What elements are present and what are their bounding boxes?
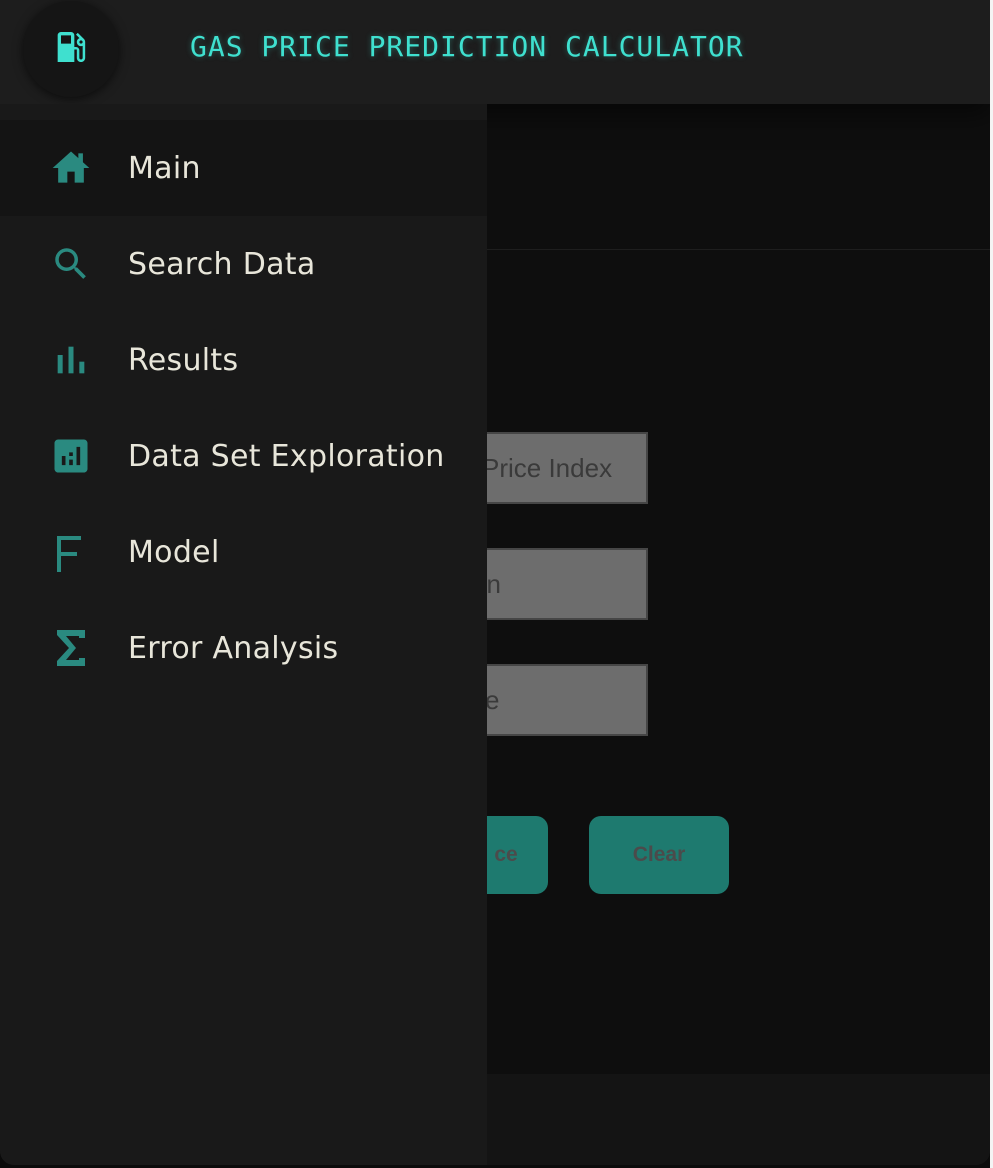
nav-label-results: Results xyxy=(128,342,239,378)
nav-item-model[interactable]: Model xyxy=(0,504,487,600)
home-icon xyxy=(48,145,94,191)
nav-item-error-analysis[interactable]: Error Analysis xyxy=(0,600,487,696)
nav-item-data-set-exploration[interactable]: Data Set Exploration xyxy=(0,408,487,504)
search-icon xyxy=(48,241,94,287)
app-title: GAS PRICE PREDICTION CALCULATOR xyxy=(190,30,744,63)
app-frame: Price Index on ce ce Clear GAS PRICE PRE… xyxy=(0,0,990,1165)
bar-chart-icon xyxy=(48,337,94,383)
gas-pump-icon xyxy=(51,27,91,71)
nav-label-model: Model xyxy=(128,534,220,570)
nav-item-main[interactable]: Main xyxy=(0,120,487,216)
navigation-drawer: Main Search Data Results Data Set Explor… xyxy=(0,104,487,1165)
clear-button[interactable]: Clear xyxy=(589,816,729,894)
analytics-icon xyxy=(48,433,94,479)
nav-item-search-data[interactable]: Search Data xyxy=(0,216,487,312)
function-icon xyxy=(46,529,92,575)
menu-toggle-button[interactable] xyxy=(23,1,119,97)
nav-label-data-set-exploration: Data Set Exploration xyxy=(128,438,445,474)
nav-label-error-analysis: Error Analysis xyxy=(128,630,339,666)
nav-label-search-data: Search Data xyxy=(128,246,316,282)
sigma-icon xyxy=(48,625,94,671)
nav-item-results[interactable]: Results xyxy=(0,312,487,408)
nav-label-main: Main xyxy=(128,150,201,186)
app-header: GAS PRICE PREDICTION CALCULATOR xyxy=(0,0,990,104)
